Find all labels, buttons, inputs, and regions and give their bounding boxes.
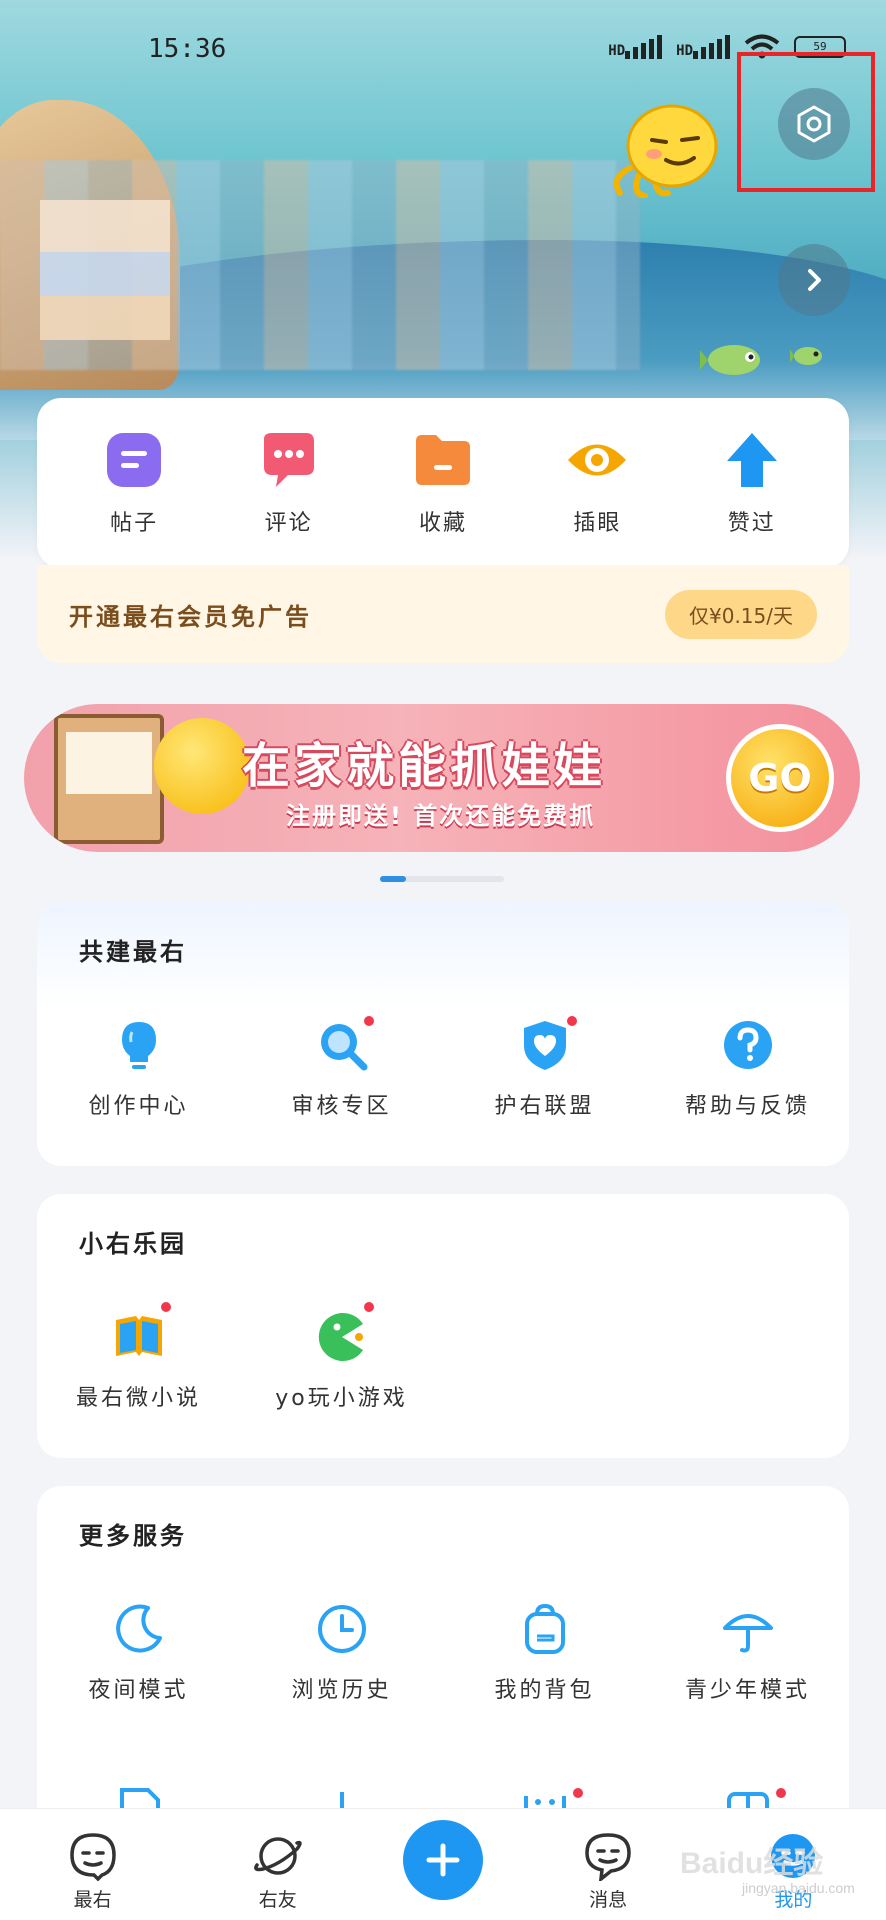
bulb-icon	[121, 1022, 156, 1069]
mascot-face-icon	[154, 718, 250, 814]
night-mode[interactable]: 夜间模式	[37, 1602, 240, 1704]
message-icon	[585, 1833, 631, 1881]
teen-mode[interactable]: 青少年模式	[646, 1602, 849, 1704]
watermark-url: jingyan.baidu.com	[742, 1880, 855, 1896]
review-zone[interactable]: 审核专区	[240, 1014, 443, 1120]
creator-center[interactable]: 创作中心	[37, 1018, 240, 1120]
quick-label: 评论	[264, 511, 313, 536]
notification-dot	[362, 1014, 376, 1028]
comment-icon	[263, 433, 314, 487]
quick-bookmarks[interactable]: 插眼	[537, 429, 657, 537]
cell-label: 创作中心	[88, 1094, 189, 1119]
notification-dot	[571, 1786, 585, 1800]
moon-icon	[115, 1604, 162, 1653]
quick-liked[interactable]: 赞过	[692, 429, 812, 537]
pager-active-dot	[380, 876, 406, 882]
small-fish-icon	[790, 347, 822, 365]
profile-detail-button[interactable]	[778, 244, 850, 316]
nav-label: 消息	[589, 1889, 628, 1911]
quick-label: 帖子	[110, 511, 159, 536]
cell-label: 帮助与反馈	[684, 1094, 810, 1119]
section-more-services: 更多服务 夜间模式 浏览历史 我的背包 青少年模式	[37, 1486, 849, 1846]
chevron-right-icon	[808, 269, 821, 291]
planet-icon	[253, 1837, 302, 1875]
quick-favorites[interactable]: 收藏	[383, 429, 503, 537]
umbrella-icon	[722, 1614, 773, 1653]
thumb-arrow-icon	[726, 433, 777, 487]
nav-label: 最右	[73, 1889, 112, 1911]
nav-friends[interactable]: 右友	[218, 1831, 338, 1912]
shield-heart-icon	[523, 1021, 566, 1070]
book-icon	[115, 1316, 162, 1356]
fish-icon	[700, 345, 760, 375]
micro-novel[interactable]: 最右微小说	[37, 1300, 240, 1412]
section-co-build: 共建最右 创作中心 审核专区 护右联盟 帮助与反馈	[37, 902, 849, 1166]
clock-icon	[317, 1605, 366, 1653]
cell-label: 青少年模式	[684, 1678, 810, 1703]
signal-1-icon: HD	[608, 35, 663, 59]
vip-promo-bar[interactable]: 开通最右会员免广告 仅¥0.15/天	[37, 565, 849, 663]
help-feedback[interactable]: 帮助与反馈	[646, 1018, 849, 1120]
mascot-icon	[613, 104, 718, 198]
banner-subtitle: 注册即送! 首次还能免费抓	[286, 802, 596, 830]
home-face-icon	[69, 1833, 116, 1881]
notification-dot	[565, 1014, 579, 1028]
cell-label: 夜间模式	[88, 1678, 189, 1703]
notification-dot	[362, 1300, 376, 1314]
section-title: 小右乐园	[79, 1230, 187, 1258]
backpack-icon	[524, 1603, 565, 1654]
section-playground: 小右乐园 最右微小说 yo玩小游戏	[37, 1194, 849, 1458]
signal-2-icon: HD	[676, 35, 730, 59]
post-icon	[107, 433, 162, 487]
my-backpack[interactable]: 我的背包	[443, 1602, 646, 1704]
playground-grid: 最右微小说 yo玩小游戏	[37, 1300, 849, 1412]
claw-machine-icon	[54, 714, 164, 844]
folder-icon	[415, 435, 470, 485]
status-time: 15:36	[148, 34, 227, 64]
quick-label: 插眼	[573, 511, 622, 536]
co-build-grid: 创作中心 审核专区 护右联盟 帮助与反馈	[37, 1014, 849, 1120]
watermark-brand: Baidu经验	[680, 1847, 824, 1880]
eye-icon	[568, 444, 627, 476]
banner-go-button[interactable]: GO	[726, 724, 834, 832]
post-add-button[interactable]	[402, 1820, 483, 1900]
nav-label: 右友	[258, 1889, 297, 1911]
mini-games[interactable]: yo玩小游戏	[240, 1300, 443, 1412]
vip-price-button[interactable]: 仅¥0.15/天	[665, 589, 817, 639]
nav-home[interactable]: 最右	[33, 1831, 153, 1912]
pixelated-avatar[interactable]	[40, 200, 170, 340]
cell-label: 审核专区	[291, 1094, 392, 1119]
services-grid: 夜间模式 浏览历史 我的背包 青少年模式	[37, 1602, 849, 1704]
quick-label: 收藏	[418, 511, 467, 536]
notification-dot	[774, 1786, 788, 1800]
promo-banner[interactable]: 在家就能抓娃娃 注册即送! 首次还能免费抓 GO	[24, 704, 860, 852]
nav-messages[interactable]: 消息	[548, 1831, 668, 1912]
cell-label: 最右微小说	[75, 1386, 201, 1411]
quick-posts[interactable]: 帖子	[74, 429, 194, 537]
cell-label: 护右联盟	[494, 1094, 595, 1119]
game-icon	[318, 1313, 363, 1361]
vip-promo-text: 开通最右会员免广告	[69, 602, 312, 631]
settings-highlight-frame	[737, 52, 875, 192]
browse-history[interactable]: 浏览历史	[240, 1602, 443, 1704]
quick-label: 赞过	[727, 511, 776, 536]
notification-dot	[159, 1300, 173, 1314]
cell-label: yo玩小游戏	[275, 1386, 408, 1411]
banner-pager	[380, 876, 504, 882]
banner-title: 在家就能抓娃娃	[242, 738, 607, 794]
magnifier-icon	[320, 1024, 367, 1071]
section-title: 更多服务	[79, 1522, 187, 1550]
help-icon	[723, 1021, 772, 1069]
section-title: 共建最右	[79, 938, 187, 966]
guard-alliance[interactable]: 护右联盟	[443, 1014, 646, 1120]
cell-label: 我的背包	[494, 1678, 595, 1703]
quick-comments[interactable]: 评论	[229, 429, 349, 537]
plus-icon	[426, 1843, 460, 1877]
cell-label: 浏览历史	[291, 1678, 392, 1703]
quick-actions-card: 帖子 评论 收藏 插眼 赞过	[37, 398, 849, 568]
